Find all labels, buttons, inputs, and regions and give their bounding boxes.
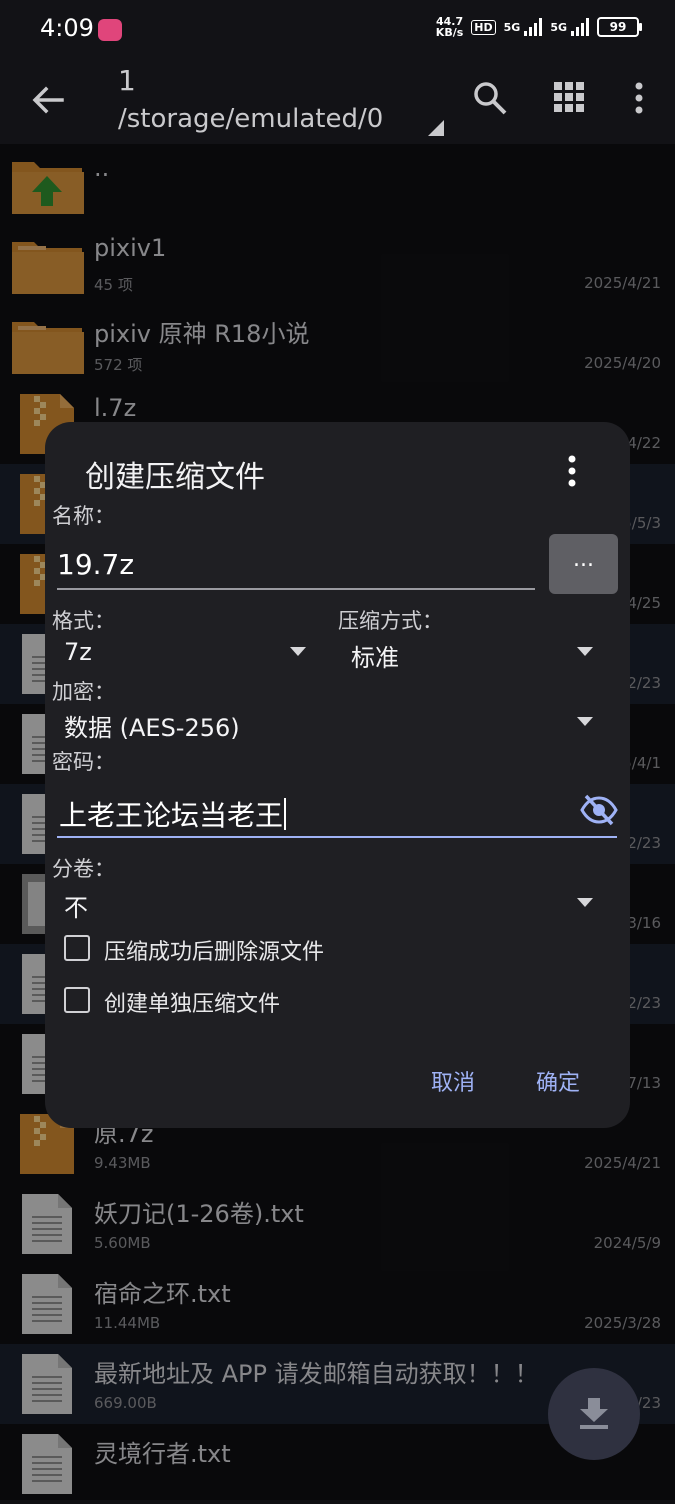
file-date: 4/25	[627, 594, 661, 612]
file-name: 最新地址及 APP 请发邮箱自动获取！！！	[94, 1360, 539, 1388]
separate-archive-label[interactable]: 创建单独压缩文件	[104, 986, 280, 1018]
status-bar: 4:09 44.7 KB/s HD 5G 5G 99	[0, 0, 675, 58]
encryption-dropdown-icon[interactable]	[577, 717, 593, 726]
download-icon	[580, 1398, 608, 1429]
name-input[interactable]	[57, 540, 535, 590]
delete-source-label[interactable]: 压缩成功后删除源文件	[104, 934, 324, 966]
dialog-more-icon[interactable]	[563, 454, 581, 488]
name-label: 名称：	[52, 504, 115, 528]
file-name: pixiv1	[94, 234, 167, 262]
encryption-select[interactable]: 数据 (AES-256)	[64, 708, 240, 743]
file-row[interactable]: pixiv1 45 项 2025/4/21	[0, 224, 675, 304]
text-file-icon	[10, 1432, 84, 1496]
file-name: 宿命之环.txt	[94, 1280, 231, 1308]
file-row[interactable]: 宿命之环.txt 11.44MB 2025/3/28	[0, 1264, 675, 1344]
grid-view-icon[interactable]	[554, 82, 584, 112]
format-select[interactable]: 7z	[64, 638, 92, 666]
password-label: 密码：	[52, 750, 115, 774]
method-dropdown-icon[interactable]	[577, 647, 593, 656]
file-date: 3/16	[627, 914, 661, 932]
file-date: 2/23	[627, 994, 661, 1012]
folder-icon	[10, 232, 84, 296]
file-meta: 45 项	[94, 276, 133, 294]
format-dropdown-icon[interactable]	[290, 647, 306, 656]
split-dropdown-icon[interactable]	[577, 898, 593, 907]
parent-folder-icon	[10, 152, 84, 216]
folder-icon	[10, 312, 84, 376]
file-row[interactable]: pixiv 原神 R18小说 572 项 2025/4/20	[0, 304, 675, 384]
text-file-icon	[10, 1272, 84, 1336]
app-bar: 1 /storage/emulated/0	[0, 58, 675, 144]
file-date: 2/23	[627, 674, 661, 692]
file-name: 灵境行者.txt	[94, 1440, 231, 1468]
split-label: 分卷：	[52, 857, 115, 881]
hd-icon: HD	[471, 19, 496, 35]
file-meta: 572 项	[94, 356, 143, 374]
app-notification-icon	[98, 19, 122, 41]
encryption-label: 加密：	[52, 680, 115, 704]
file-date: 2024/5/9	[593, 1234, 661, 1252]
separate-archive-checkbox[interactable]	[64, 987, 90, 1013]
file-name: ..	[94, 154, 110, 182]
extract-fab[interactable]	[548, 1368, 640, 1460]
path-dropdown-icon[interactable]	[428, 120, 444, 136]
file-meta: 9.43MB	[94, 1154, 151, 1172]
signal-icon	[571, 18, 589, 36]
file-row[interactable]: 妖刀记(1-26卷).txt 5.60MB 2024/5/9	[0, 1184, 675, 1264]
file-date: 2025/4/20	[584, 354, 661, 372]
back-arrow-icon[interactable]	[28, 80, 68, 120]
file-date: 2025/4/21	[584, 1154, 661, 1172]
file-meta: 11.44MB	[94, 1314, 161, 1332]
file-date: 2025/3/28	[584, 1314, 661, 1332]
item-count: 1	[118, 64, 136, 97]
ok-button[interactable]: 确定	[536, 1065, 580, 1097]
network-speed: 44.7 KB/s	[435, 15, 464, 39]
text-file-icon	[10, 1352, 84, 1416]
file-date: 2025/4/21	[584, 274, 661, 292]
file-row[interactable]: ..	[0, 144, 675, 224]
file-date: 2/23	[627, 834, 661, 852]
file-meta: 669.00B	[94, 1394, 157, 1412]
browse-button[interactable]: ...	[549, 534, 618, 594]
status-indicators: 44.7 KB/s HD 5G 5G 99	[435, 15, 642, 39]
file-date: 4/22	[627, 434, 661, 452]
file-name: pixiv 原神 R18小说	[94, 320, 310, 348]
current-path[interactable]: /storage/emulated/0	[118, 104, 383, 134]
search-icon[interactable]	[472, 80, 508, 116]
password-input[interactable]: 上老王论坛当老王	[57, 790, 617, 838]
format-label: 格式：	[52, 609, 115, 633]
file-name: 妖刀记(1-26卷).txt	[94, 1200, 304, 1228]
visibility-off-icon[interactable]	[580, 793, 618, 827]
more-vert-icon[interactable]	[628, 80, 650, 116]
split-select[interactable]: 不	[64, 888, 88, 923]
dialog-title: 创建压缩文件	[85, 460, 265, 495]
delete-source-checkbox[interactable]	[64, 935, 90, 961]
battery-icon: 99	[597, 17, 642, 37]
create-archive-dialog: 创建压缩文件 名称： ... 格式： 7z 压缩方式： 标准 加密： 数据 (A…	[45, 422, 630, 1128]
file-meta: 5.60MB	[94, 1234, 151, 1252]
method-label: 压缩方式：	[338, 609, 443, 633]
file-name: l.7z	[94, 394, 137, 422]
method-select[interactable]: 标准	[351, 638, 399, 673]
cancel-button[interactable]: 取消	[431, 1065, 475, 1097]
signal-icon	[524, 18, 543, 36]
status-time: 4:09	[40, 14, 94, 42]
text-file-icon	[10, 1192, 84, 1256]
